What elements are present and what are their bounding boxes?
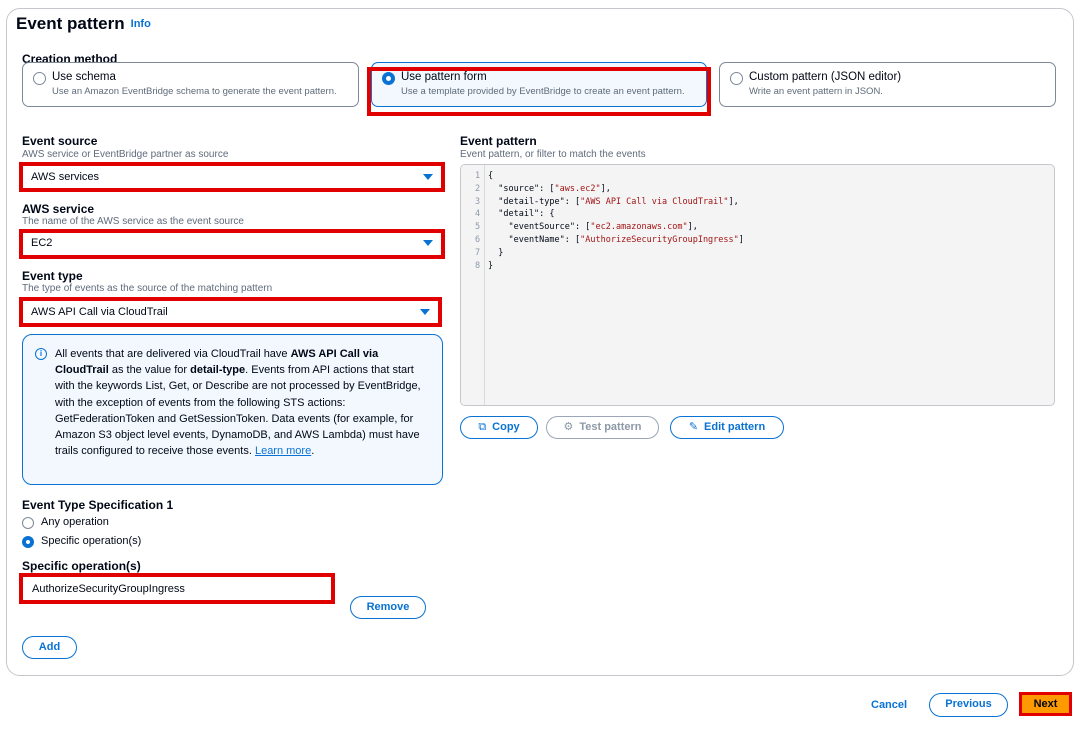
radio-label: Any operation — [41, 516, 109, 528]
code-token: } — [488, 260, 494, 271]
gear-icon: ⚙ — [563, 421, 574, 433]
info-alert-text: All events that are delivered via CloudT… — [55, 346, 430, 459]
tile-desc: Use an Amazon EventBridge schema to gene… — [52, 86, 337, 97]
code-token: ], — [600, 183, 611, 194]
copy-icon: ⧉ — [478, 421, 487, 433]
highlight-box — [19, 573, 335, 604]
info-link[interactable]: Info — [131, 18, 151, 30]
tile-use-schema[interactable]: Use schema Use an Amazon EventBridge sch… — [22, 62, 359, 107]
code-token: "eventName": [ — [488, 235, 581, 245]
code-line: { — [488, 171, 493, 181]
copy-button[interactable]: ⧉ Copy — [460, 416, 538, 439]
code-token: { — [488, 171, 494, 181]
event-pattern-desc: Event pattern, or filter to match the ev… — [460, 149, 646, 160]
code-line: } — [488, 248, 503, 258]
radio-icon — [22, 517, 34, 529]
tile-custom-pattern[interactable]: Custom pattern (JSON editor) Write an ev… — [719, 62, 1056, 107]
info-text: All events that are delivered via CloudT… — [55, 348, 291, 360]
code-token: "AWS API Call via CloudTrail" — [580, 196, 729, 207]
code-line: "detail": { — [488, 209, 555, 220]
event-type-desc: The type of events as the source of the … — [22, 283, 273, 294]
edit-pattern-button[interactable]: ✎ Edit pattern — [670, 416, 784, 439]
aws-service-label: AWS service — [22, 202, 95, 216]
previous-button[interactable]: Previous — [929, 693, 1008, 717]
event-pattern-label: Event pattern — [460, 134, 537, 148]
highlight-box — [19, 162, 445, 192]
tile-title: Use schema — [52, 71, 116, 83]
line-number: 4 — [475, 209, 481, 220]
code-token: "eventSource": [ — [488, 222, 591, 233]
code-token: "aws.ec2" — [554, 183, 601, 194]
tile-desc: Write an event pattern in JSON. — [749, 86, 883, 97]
code-token: ] — [738, 235, 744, 245]
section-title: Event pattern Info — [16, 14, 151, 34]
line-number: 6 — [475, 235, 481, 245]
code-line: "source": ["aws.ec2"], — [488, 184, 611, 194]
radio-icon — [33, 72, 46, 85]
cancel-button[interactable]: Cancel — [871, 699, 907, 711]
line-gutter — [461, 165, 485, 405]
event-source-label: Event source — [22, 134, 98, 148]
code-token: } — [488, 247, 504, 258]
radio-label: Specific operation(s) — [41, 535, 142, 547]
line-number: 7 — [475, 247, 481, 258]
section-title-text: Event pattern — [16, 14, 125, 33]
aws-service-desc: The name of the AWS service as the event… — [22, 216, 244, 227]
code-token: "ec2.amazonaws.com" — [590, 222, 688, 233]
event-type-spec-label: Event Type Specification 1 — [22, 498, 174, 512]
code-token: "AuthorizeSecurityGroupIngress" — [580, 235, 739, 245]
test-pattern-button[interactable]: ⚙ Test pattern — [546, 416, 659, 439]
radio-selected-icon — [22, 536, 34, 548]
info-icon: i — [35, 348, 47, 360]
code-line: "eventName": ["AuthorizeSecurityGroupIng… — [488, 235, 744, 245]
info-alert: i All events that are delivered via Clou… — [22, 334, 443, 485]
highlight-box — [19, 297, 442, 327]
event-pattern-code[interactable]: 1 {2 "source": ["aws.ec2"], 3 "detail-type… — [460, 164, 1055, 406]
pencil-icon: ✎ — [688, 421, 699, 433]
line-number: 3 — [475, 196, 481, 207]
event-source-desc: AWS service or EventBridge partner as so… — [22, 149, 229, 160]
code-token: ], — [687, 222, 698, 233]
remove-button[interactable]: Remove — [350, 596, 426, 619]
radio-icon — [730, 72, 743, 85]
code-line: } — [488, 261, 493, 271]
code-line: "detail-type": ["AWS API Call via CloudT… — [488, 197, 739, 207]
line-number: 2 — [475, 183, 481, 194]
code-line: "eventSource": ["ec2.amazonaws.com"], — [488, 222, 698, 233]
line-number: 1 — [475, 171, 481, 181]
tile-title: Custom pattern (JSON editor) — [749, 71, 902, 83]
add-button[interactable]: Add — [22, 636, 77, 659]
info-text: . — [311, 445, 315, 458]
next-button[interactable]: Next — [1019, 692, 1072, 716]
code-token: "detail": { — [488, 209, 555, 220]
highlight-box — [367, 67, 711, 116]
edit-pattern-label: Edit pattern — [704, 421, 766, 433]
code-token: ], — [728, 196, 739, 207]
code-token: "detail-type": [ — [488, 196, 581, 207]
line-number: 8 — [475, 260, 481, 271]
info-bold-text: detail-type — [190, 364, 246, 377]
specific-ops-label: Specific operation(s) — [22, 559, 141, 573]
highlight-box — [19, 229, 445, 259]
event-type-label: Event type — [22, 269, 83, 283]
info-text: . Events from API actions that start wit… — [55, 364, 421, 458]
learn-more-link[interactable]: Learn more — [255, 445, 311, 457]
code-token: "source": [ — [488, 183, 555, 194]
test-pattern-label: Test pattern — [579, 421, 642, 433]
copy-label: Copy — [492, 421, 520, 433]
info-text: as the value for — [108, 364, 191, 377]
line-number: 5 — [475, 222, 481, 233]
